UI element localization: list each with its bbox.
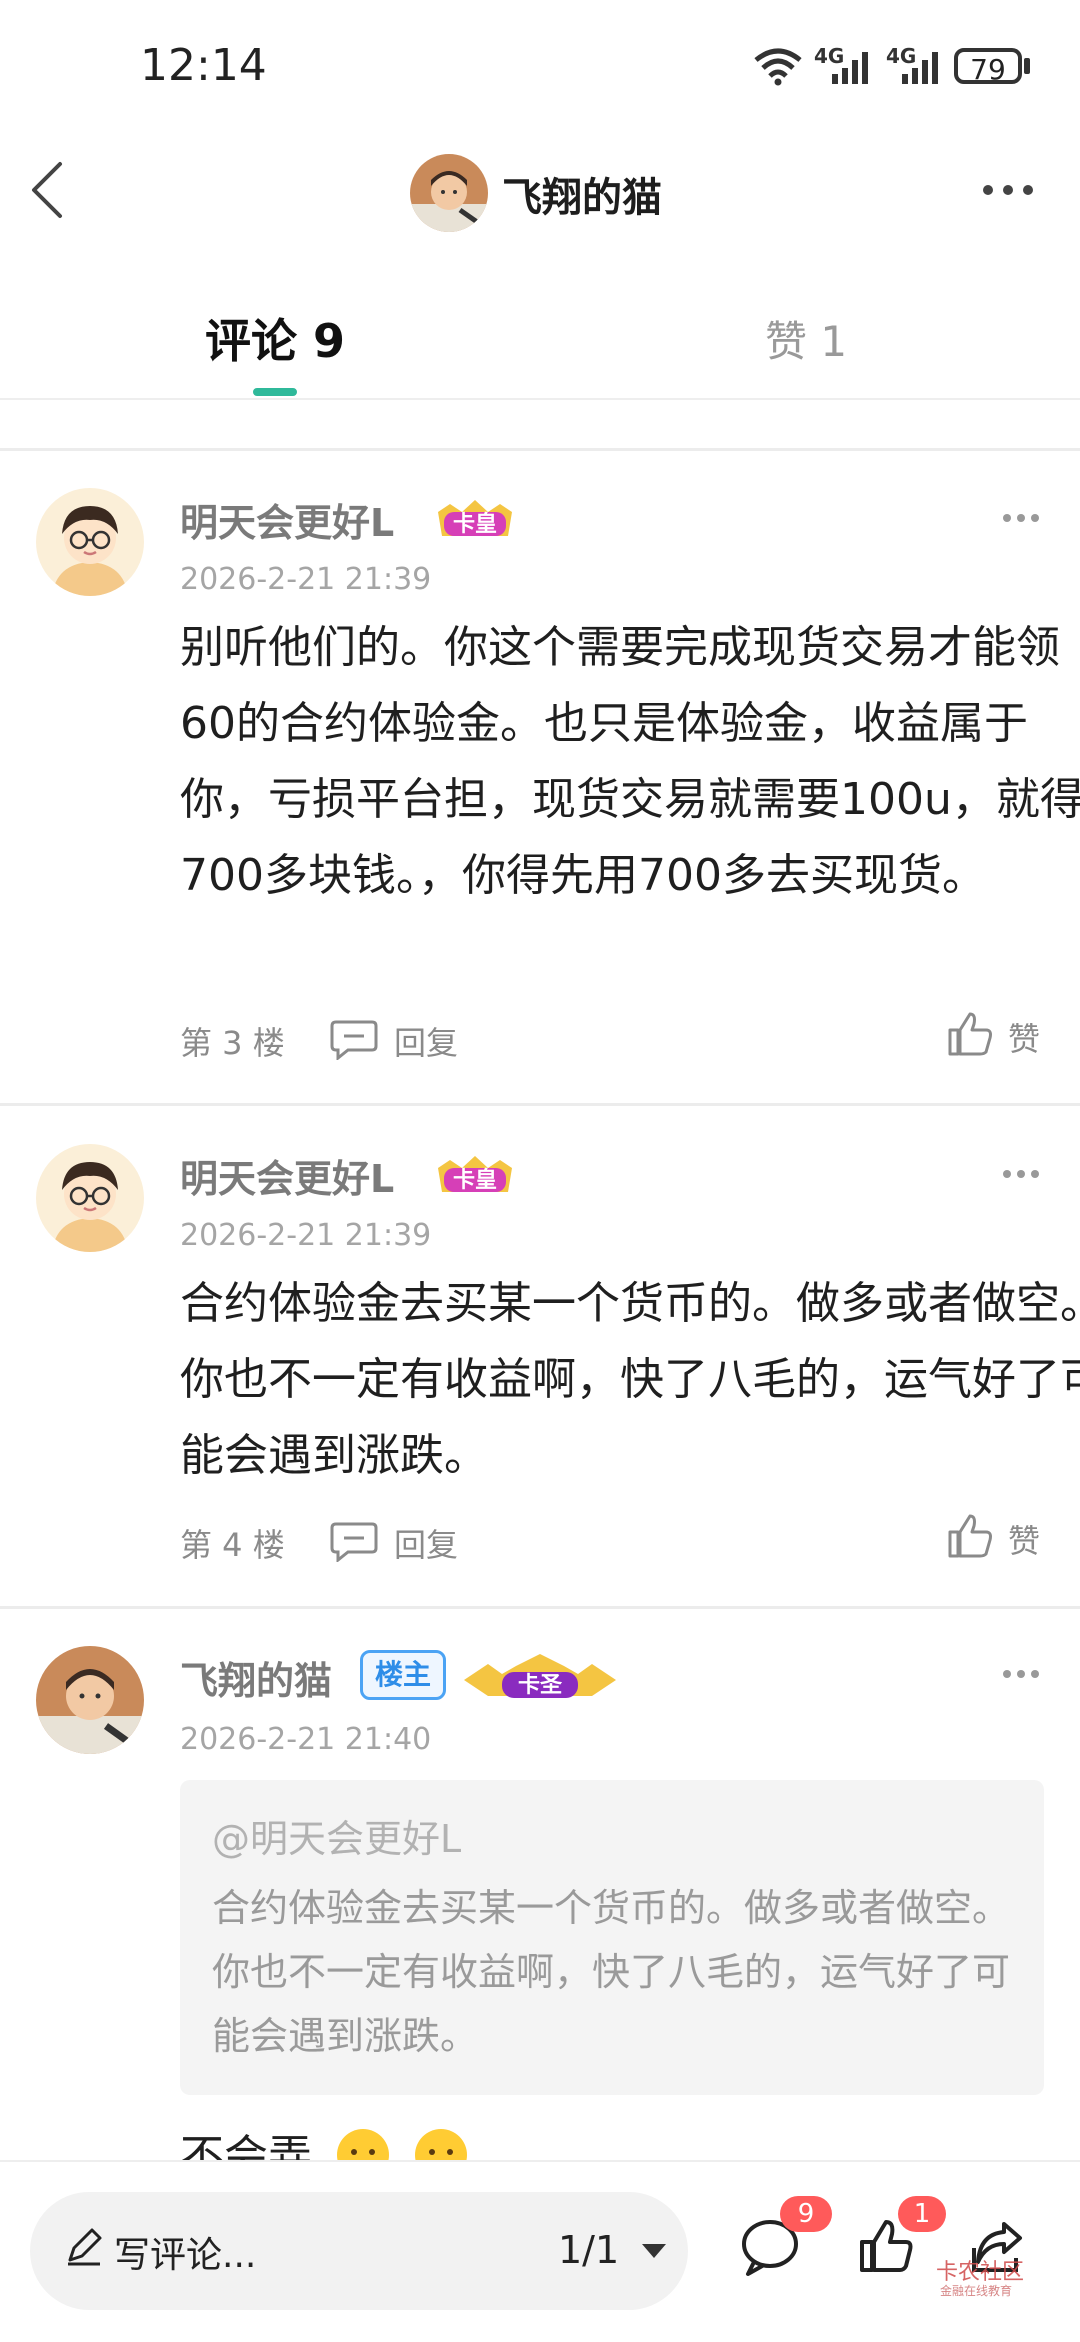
watermark-sub: 金融在线教育 [940, 2284, 1013, 2298]
back-icon[interactable] [28, 160, 68, 220]
username[interactable]: 明天会更好L [180, 1148, 394, 1203]
reply-button[interactable]: 回复 [394, 1520, 458, 1566]
page-title: 飞翔的猫 [502, 175, 662, 221]
battery-tip [1024, 58, 1030, 74]
divider [0, 1606, 1080, 1609]
badge-label: 卡皇 [453, 1167, 497, 1193]
battery-icon: 79 [954, 48, 1022, 86]
pen-icon [68, 2228, 102, 2266]
wifi-icon [754, 48, 802, 86]
page-indicator[interactable]: 1/1 [558, 2228, 619, 2272]
badge-label: 卡圣 [518, 1673, 563, 1698]
owner-badge: 楼主 [360, 1650, 446, 1700]
comment-text: 别听他们的。你这个需要完成现货交易才能领60的合约体验金。也只是体验金，收益属于… [180, 622, 1080, 901]
avatar[interactable] [410, 154, 488, 232]
avatar[interactable] [36, 1646, 144, 1754]
badge-crown: 卡皇 [438, 1156, 512, 1193]
more-icon[interactable] [1002, 1668, 1040, 1680]
username[interactable]: 飞翔的猫 [180, 1650, 332, 1705]
badge-crown: 卡皇 [438, 500, 512, 537]
status-time: 12:14 [140, 40, 267, 91]
divider [0, 448, 1080, 451]
chevron-down-icon[interactable] [640, 2242, 668, 2260]
username[interactable]: 明天会更好L [180, 492, 394, 547]
write-comment-placeholder[interactable]: 写评论... [114, 2226, 256, 2278]
more-icon[interactable] [980, 180, 1036, 200]
signal-icon [902, 52, 938, 84]
tab-comments[interactable]: 评论 9 [205, 305, 345, 371]
quote-mention[interactable]: @明天会更好L [212, 1808, 461, 1863]
comment-time: 2026-2-21 21:40 [180, 1722, 432, 1757]
floor-label: 第 4 楼 [180, 1526, 285, 1564]
more-icon[interactable] [1002, 512, 1040, 524]
more-icon[interactable] [1002, 1168, 1040, 1180]
comment-count-badge: 9 [780, 2196, 832, 2232]
comment-time: 2026-2-21 21:39 [180, 1218, 432, 1253]
like-button[interactable]: 赞 [1008, 1516, 1040, 1562]
avatar[interactable] [36, 1144, 144, 1252]
divider [0, 1103, 1080, 1106]
tab-likes[interactable]: 赞 1 [765, 308, 847, 369]
quote-text: 合约体验金去买某一个货币的。做多或者做空。你也不一定有收益啊，快了八毛的，运气好… [212, 1886, 1011, 2058]
like-count-badge: 1 [898, 2196, 946, 2232]
thumb-icon[interactable] [946, 1010, 994, 1058]
comment-text: 合约体验金去买某一个货币的。做多或者做空。你也不一定有收益啊，快了八毛的，运气好… [180, 1278, 1080, 1481]
reply-button[interactable]: 回复 [394, 1018, 458, 1064]
signal-icon [832, 52, 868, 84]
divider [0, 398, 1080, 400]
tab-indicator [253, 388, 297, 396]
badge-crown: 卡圣 [464, 1654, 616, 1698]
thumb-icon[interactable] [946, 1512, 994, 1560]
reply-icon[interactable] [330, 1018, 378, 1060]
reply-icon[interactable] [330, 1520, 378, 1562]
badge-label: 卡皇 [453, 511, 497, 537]
like-button[interactable]: 赞 [1008, 1014, 1040, 1060]
floor-label: 第 3 楼 [180, 1024, 285, 1062]
avatar[interactable] [36, 488, 144, 596]
comment-time: 2026-2-21 21:39 [180, 562, 432, 597]
